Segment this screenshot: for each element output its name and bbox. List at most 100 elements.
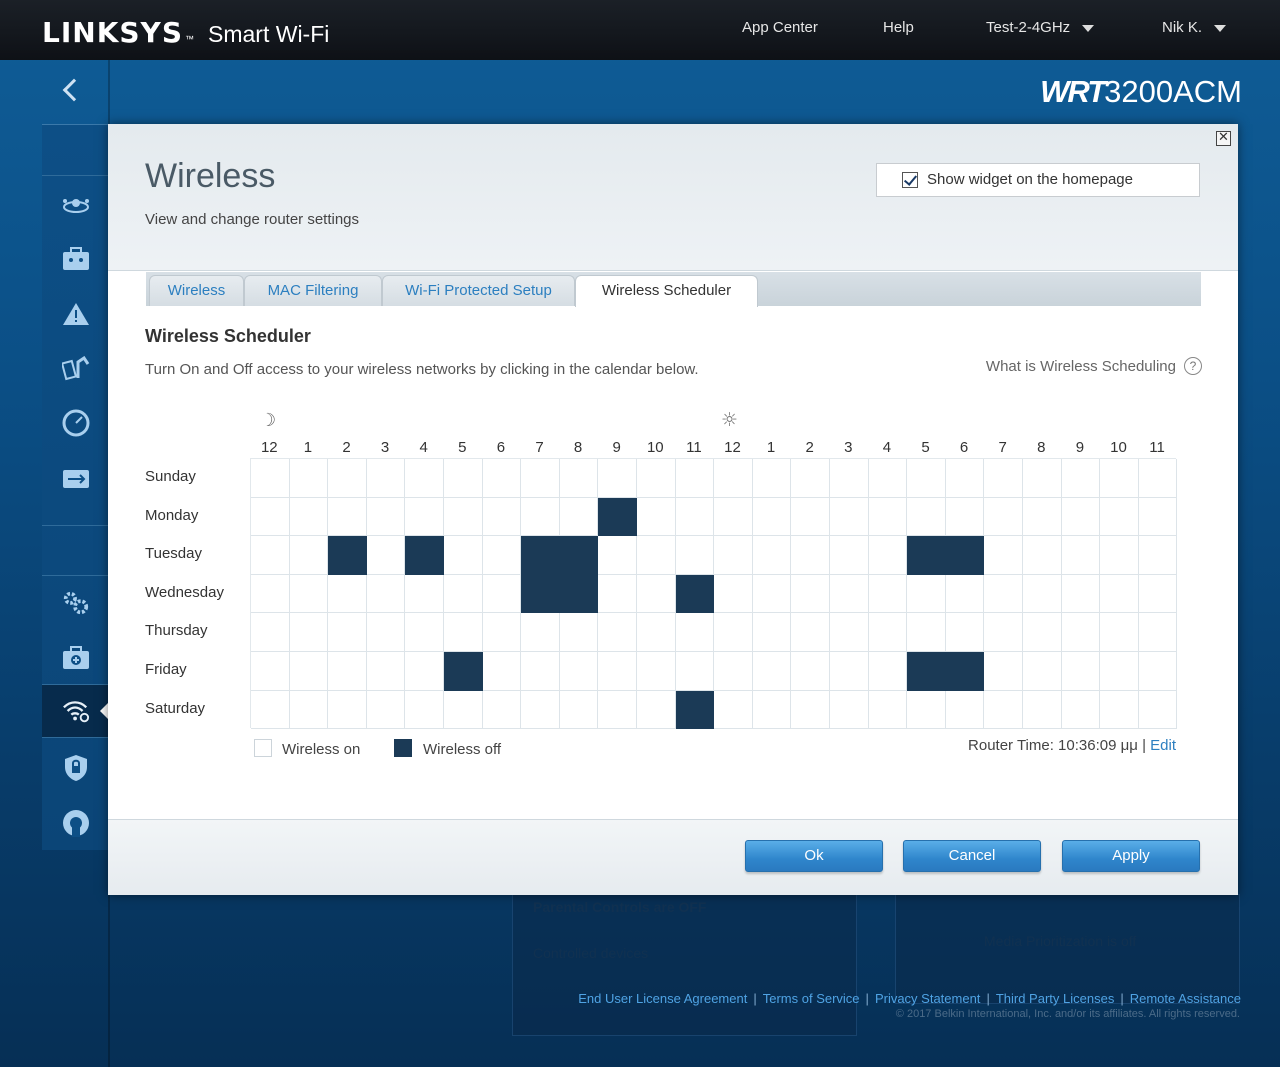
nav-app-center[interactable]: App Center	[742, 19, 818, 36]
schedule-cell[interactable]	[482, 536, 522, 575]
schedule-cell[interactable]	[984, 613, 1023, 652]
schedule-cell[interactable]	[1138, 459, 1178, 498]
linksys-logo[interactable]: LINKSYS ™ Smart Wi-Fi	[42, 16, 329, 49]
schedule-cell[interactable]	[1138, 613, 1178, 652]
tab-wireless[interactable]: Wireless	[149, 275, 244, 306]
schedule-cell[interactable]	[830, 652, 869, 691]
schedule-cell[interactable]	[598, 652, 637, 691]
schedule-cell[interactable]	[868, 459, 908, 498]
schedule-cell[interactable]	[405, 536, 444, 575]
schedule-cell[interactable]	[907, 497, 946, 537]
schedule-cell[interactable]	[830, 536, 869, 575]
schedule-cell[interactable]	[752, 497, 792, 537]
schedule-cell[interactable]	[405, 690, 444, 730]
schedule-cell[interactable]	[1023, 690, 1062, 730]
schedule-cell[interactable]	[521, 574, 560, 614]
schedule-cell[interactable]	[945, 613, 985, 652]
schedule-cell[interactable]	[714, 652, 753, 691]
schedule-cell[interactable]	[830, 690, 869, 730]
schedule-cell[interactable]	[868, 536, 908, 575]
schedule-cell[interactable]	[328, 652, 367, 691]
schedule-cell[interactable]	[868, 690, 908, 730]
schedule-cell[interactable]	[405, 613, 444, 652]
schedule-cell[interactable]	[328, 536, 367, 575]
schedule-cell[interactable]	[444, 690, 483, 730]
schedule-cell[interactable]	[675, 613, 715, 652]
speed-test-icon[interactable]	[62, 409, 90, 437]
schedule-cell[interactable]	[598, 497, 637, 537]
schedule-cell[interactable]	[559, 536, 599, 575]
schedule-cell[interactable]	[521, 690, 560, 730]
schedule-cell[interactable]	[752, 536, 792, 575]
schedule-cell[interactable]	[598, 690, 637, 730]
schedule-cell[interactable]	[328, 613, 367, 652]
schedule-cell[interactable]	[907, 613, 946, 652]
schedule-cell[interactable]	[791, 652, 830, 691]
schedule-cell[interactable]	[559, 690, 599, 730]
schedule-cell[interactable]	[482, 613, 522, 652]
schedule-cell[interactable]	[1138, 574, 1178, 614]
schedule-cell[interactable]	[1061, 574, 1101, 614]
schedule-cell[interactable]	[675, 536, 715, 575]
schedule-cell[interactable]	[1100, 690, 1139, 730]
schedule-cell[interactable]	[752, 574, 792, 614]
schedule-cell[interactable]	[559, 652, 599, 691]
schedule-cell[interactable]	[945, 652, 985, 691]
schedule-cell[interactable]	[289, 497, 329, 537]
cancel-button[interactable]: Cancel	[903, 840, 1041, 872]
schedule-cell[interactable]	[1061, 536, 1101, 575]
schedule-cell[interactable]	[1023, 536, 1062, 575]
schedule-cell[interactable]	[366, 652, 406, 691]
tab-mac-filtering[interactable]: MAC Filtering	[244, 275, 382, 306]
schedule-cell[interactable]	[984, 652, 1023, 691]
schedule-cell[interactable]	[907, 690, 946, 730]
schedule-cell[interactable]	[752, 652, 792, 691]
schedule-cell[interactable]	[984, 690, 1023, 730]
network-map-icon[interactable]	[62, 191, 90, 219]
schedule-cell[interactable]	[366, 613, 406, 652]
schedule-cell[interactable]	[945, 536, 985, 575]
schedule-cell[interactable]	[482, 652, 522, 691]
schedule-cell[interactable]	[405, 574, 444, 614]
schedule-cell[interactable]	[559, 497, 599, 537]
schedule-cell[interactable]	[289, 613, 329, 652]
tab-wireless-scheduler[interactable]: Wireless Scheduler	[575, 275, 758, 307]
schedule-cell[interactable]	[328, 497, 367, 537]
schedule-cell[interactable]	[868, 652, 908, 691]
schedule-cell[interactable]	[791, 574, 830, 614]
schedule-cell[interactable]	[1138, 690, 1178, 730]
schedule-cell[interactable]	[830, 613, 869, 652]
schedule-cell[interactable]	[907, 536, 946, 575]
schedule-cell[interactable]	[444, 536, 483, 575]
schedule-cell[interactable]	[482, 459, 522, 498]
schedule-cell[interactable]	[366, 497, 406, 537]
schedule-cell[interactable]	[251, 574, 290, 614]
schedule-cell[interactable]	[868, 497, 908, 537]
schedule-cell[interactable]	[1023, 497, 1062, 537]
schedule-cell[interactable]	[637, 459, 676, 498]
schedule-cell[interactable]	[984, 497, 1023, 537]
schedule-cell[interactable]	[366, 690, 406, 730]
schedule-cell[interactable]	[714, 690, 753, 730]
schedule-cell[interactable]	[251, 613, 290, 652]
schedule-cell[interactable]	[1138, 497, 1178, 537]
schedule-cell[interactable]	[1061, 613, 1101, 652]
schedule-cell[interactable]	[1138, 652, 1178, 691]
schedule-cell[interactable]	[289, 459, 329, 498]
schedule-cell[interactable]	[675, 652, 715, 691]
schedule-cell[interactable]	[984, 459, 1023, 498]
external-storage-icon[interactable]	[62, 245, 90, 273]
schedule-cell[interactable]	[1061, 497, 1101, 537]
schedule-cell[interactable]	[559, 574, 599, 614]
ok-button[interactable]: Ok	[745, 840, 883, 872]
schedule-cell[interactable]	[868, 613, 908, 652]
schedule-cell[interactable]	[637, 574, 676, 614]
schedule-cell[interactable]	[675, 459, 715, 498]
schedule-cell[interactable]	[1023, 574, 1062, 614]
schedule-cell[interactable]	[482, 690, 522, 730]
troubleshooting-icon[interactable]	[62, 644, 90, 672]
schedule-cell[interactable]	[289, 690, 329, 730]
schedule-cell[interactable]	[1138, 536, 1178, 575]
connectivity-icon[interactable]	[62, 589, 90, 617]
edit-router-time-link[interactable]: Edit	[1150, 737, 1176, 754]
